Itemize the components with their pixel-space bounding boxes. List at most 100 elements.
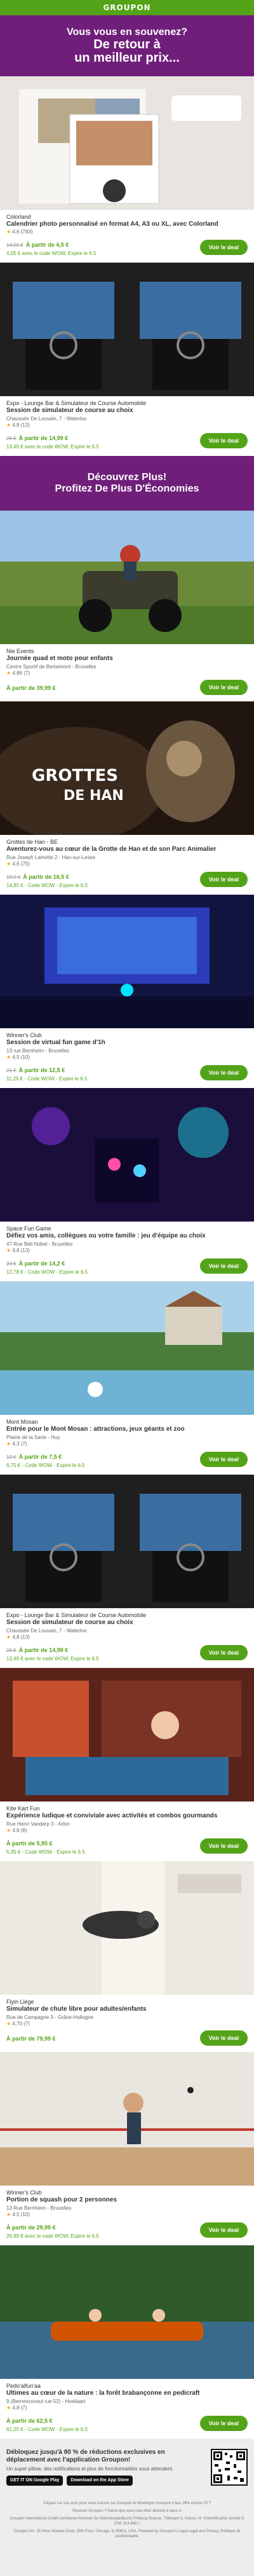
- deal-price: À partir de 14,2 €: [18, 1260, 65, 1267]
- view-deal-button[interactable]: Voir le deal: [199, 2416, 248, 2431]
- deal-image[interactable]: [0, 511, 254, 644]
- view-deal-button[interactable]: Voir le deal: [199, 240, 248, 255]
- view-deal-button[interactable]: Voir le deal: [199, 1645, 248, 1660]
- app-promo-text: Débloquez jusqu'à 80 % de réductions exc…: [6, 2449, 204, 2486]
- footer-text-1: Cliquez sur vos amis pour vous inscrire …: [43, 2502, 211, 2505]
- deal-price: À partir de 7,5 €: [18, 1454, 62, 1460]
- deal-info: Grottes de Han - BE Aventurez-vous au cœ…: [0, 835, 254, 888]
- section-line-1: Découvrez Plus!: [87, 472, 167, 483]
- deal-location: 13 Rue Bernheim - Bruxelles: [6, 2205, 72, 2211]
- star-icon: ★: [6, 670, 11, 676]
- price-row: À partir de 62,5 € 61,25 € - Code WOW - …: [6, 2414, 248, 2432]
- deal-rating: ★ 4,5 (10): [6, 1054, 30, 1060]
- groupon-logo[interactable]: GROUPON: [103, 3, 150, 12]
- deal-title[interactable]: Défiez vos amis, collègues ou votre fami…: [6, 1232, 248, 1240]
- deal-merchant: Flyin Liège: [6, 1999, 34, 2005]
- deal-info: Winner's Club Portion de squash pour 2 p…: [0, 2186, 254, 2239]
- deal-location: Rue de Campagne 3 - Grâce-Hollogne: [6, 2015, 93, 2020]
- deal-rating: ★ 4,8 (7): [6, 2405, 27, 2411]
- deal-title[interactable]: Portion de squash pour 2 personnes: [6, 2196, 248, 2204]
- deal-rating: ★ 4,3 (7): [6, 1441, 27, 1447]
- price-box: 26 € À partir de 14,99 € 13,49 € avec le …: [6, 432, 99, 450]
- deal-image[interactable]: [0, 895, 254, 1028]
- deal-info: Colorland Calendrier photo personnalisé …: [0, 210, 254, 256]
- star-icon: ★: [6, 1054, 11, 1060]
- email-footer: Cliquez sur vos amis pour vous inscrire …: [0, 2496, 254, 2555]
- deal-image[interactable]: [0, 263, 254, 396]
- view-deal-button[interactable]: Voir le deal: [199, 680, 248, 695]
- deal-image[interactable]: [0, 1668, 254, 1801]
- deal-location: 9 (Bernexconsul rue 52) - Hoeilaart: [6, 2399, 86, 2404]
- deal-merchant: Mont Mosan: [6, 1419, 38, 1425]
- star-icon: ★: [6, 2405, 11, 2411]
- deal-merchant: Kite Kart Fun: [6, 1805, 40, 1812]
- view-deal-button[interactable]: Voir le deal: [199, 2222, 248, 2238]
- deal-card: Expo - Lounge Bar & Simulateur de Course…: [0, 1475, 254, 1668]
- view-deal-button[interactable]: Voir le deal: [199, 872, 248, 887]
- promo-code: 61,25 € - Code WOW - Expire le 6.5: [6, 2427, 88, 2432]
- promo-code: 26,99 € avec le code WOW, Expire le 6.5: [6, 2233, 99, 2239]
- deal-price: À partir de 5,95 €: [6, 1840, 53, 1847]
- deal-title[interactable]: Session de virtual fun game d'1h: [6, 1039, 248, 1047]
- deal-image[interactable]: [0, 1475, 254, 1608]
- app-store-button[interactable]: Download on the App Store: [67, 2476, 133, 2486]
- deal-price: À partir de 29,99 €: [6, 2224, 56, 2231]
- deal-price: À partir de 16,5 €: [23, 874, 69, 880]
- view-deal-button[interactable]: Voir le deal: [199, 1258, 248, 1274]
- deal-merchant: Nie Events: [6, 648, 34, 654]
- view-deal-button[interactable]: Voir le deal: [199, 1452, 248, 1467]
- deal-rating: ★ 4,8 (13): [6, 1248, 30, 1253]
- deal-card: Winner's Club Portion de squash pour 2 p…: [0, 2052, 254, 2245]
- deal-title[interactable]: Expérience ludique et conviviale avec ac…: [6, 1812, 248, 1820]
- deal-merchant: Winner's Club: [6, 1032, 42, 1038]
- original-price: 21 €: [6, 1068, 17, 1073]
- app-promo: Débloquez jusqu'à 80 % de réductions exc…: [0, 2439, 254, 2496]
- deal-rating: ★ 4,6 (75): [6, 861, 30, 867]
- deal-image[interactable]: [0, 2052, 254, 2186]
- deal-image[interactable]: GROTTES DE HAN: [0, 701, 254, 835]
- deal-card: Space Fun Game Défiez vos amis, collègue…: [0, 1088, 254, 1281]
- deal-info: Nie Events Journée quad et moto pour enf…: [0, 644, 254, 695]
- deal-card: Colorland Calendrier photo personnalisé …: [0, 76, 254, 263]
- view-deal-button[interactable]: Voir le deal: [199, 1065, 248, 1080]
- deal-rating: ★ 4,8 (13): [6, 1634, 30, 1640]
- deal-rating: ★ 4,8 (13): [6, 422, 30, 428]
- star-icon: ★: [6, 1634, 11, 1640]
- promo-code: 5,35 € - Code WOW - Expire le 6.5: [6, 1849, 85, 1855]
- deal-title[interactable]: Entrée pour le Mont Mosan : attractions,…: [6, 1426, 248, 1433]
- deal-image[interactable]: [0, 1281, 254, 1415]
- deal-info: Flyin Liège Simulateur de chute libre po…: [0, 1995, 254, 2046]
- original-price: 14,00 €: [6, 242, 23, 248]
- deal-title[interactable]: Simulateur de chute libre pour adultes/e…: [6, 2006, 248, 2013]
- star-icon: ★: [6, 1441, 11, 1447]
- deal-title[interactable]: Session de simulateur de course au choix: [6, 407, 248, 415]
- deal-title[interactable]: Calendrier photo personnalisé en format …: [6, 221, 248, 228]
- deal-title[interactable]: Aventurez-vous au cœur de la Grotte de H…: [6, 846, 248, 853]
- view-deal-button[interactable]: Voir le deal: [199, 433, 248, 448]
- deal-price: À partir de 39,99 €: [6, 685, 56, 691]
- deal-location: Rue Henri Vanderp 3 - Arlon: [6, 1821, 70, 1827]
- deal-title[interactable]: Journée quad et moto pour enfants: [6, 655, 248, 663]
- price-row: 19,5 € À partir de 16,5 € 14,85 € - Code …: [6, 871, 248, 888]
- google-play-button[interactable]: GET IT ON Google Play: [6, 2476, 64, 2486]
- deal-image[interactable]: [0, 76, 254, 210]
- deal-card: Expo - Lounge Bar & Simulateur de Course…: [0, 263, 254, 456]
- deal-merchant: Space Fun Game: [6, 1225, 51, 1232]
- price-box: À partir de 39,99 €: [6, 682, 56, 693]
- price-row: 23 € À partir de 14,2 € 12,78 € - Code WO…: [6, 1257, 248, 1275]
- deal-image[interactable]: [0, 1088, 254, 1222]
- deal-image[interactable]: [0, 1861, 254, 1995]
- promo-code: 14,85 € - Code WOW - Expire le 6.5: [6, 883, 88, 888]
- deal-info: Winner's Club Session de virtual fun gam…: [0, 1028, 254, 1082]
- view-deal-button[interactable]: Voir le deal: [199, 2030, 248, 2046]
- price-row: 26 € À partir de 14,99 € 13,49 € avec le …: [6, 1644, 248, 1662]
- deal-title[interactable]: Session de simulateur de course au choix: [6, 1619, 248, 1627]
- deal-card: Kite Kart Fun Expérience ludique et conv…: [0, 1668, 254, 1861]
- footer-text-3: Groupon International GmbH (Ambiente-Num…: [10, 2517, 244, 2526]
- deal-image[interactable]: [0, 2245, 254, 2379]
- star-icon: ★: [6, 1828, 11, 1833]
- price-row: 21 € À partir de 12,5 € 11,25 € - Code WO…: [6, 1064, 248, 1082]
- view-deal-button[interactable]: Voir le deal: [199, 1838, 248, 1854]
- deal-location: 13 rue Bernheim - Bruxelles: [6, 1048, 70, 1054]
- deal-title[interactable]: Ultimes au cœur de la nature : la forêt …: [6, 2390, 248, 2397]
